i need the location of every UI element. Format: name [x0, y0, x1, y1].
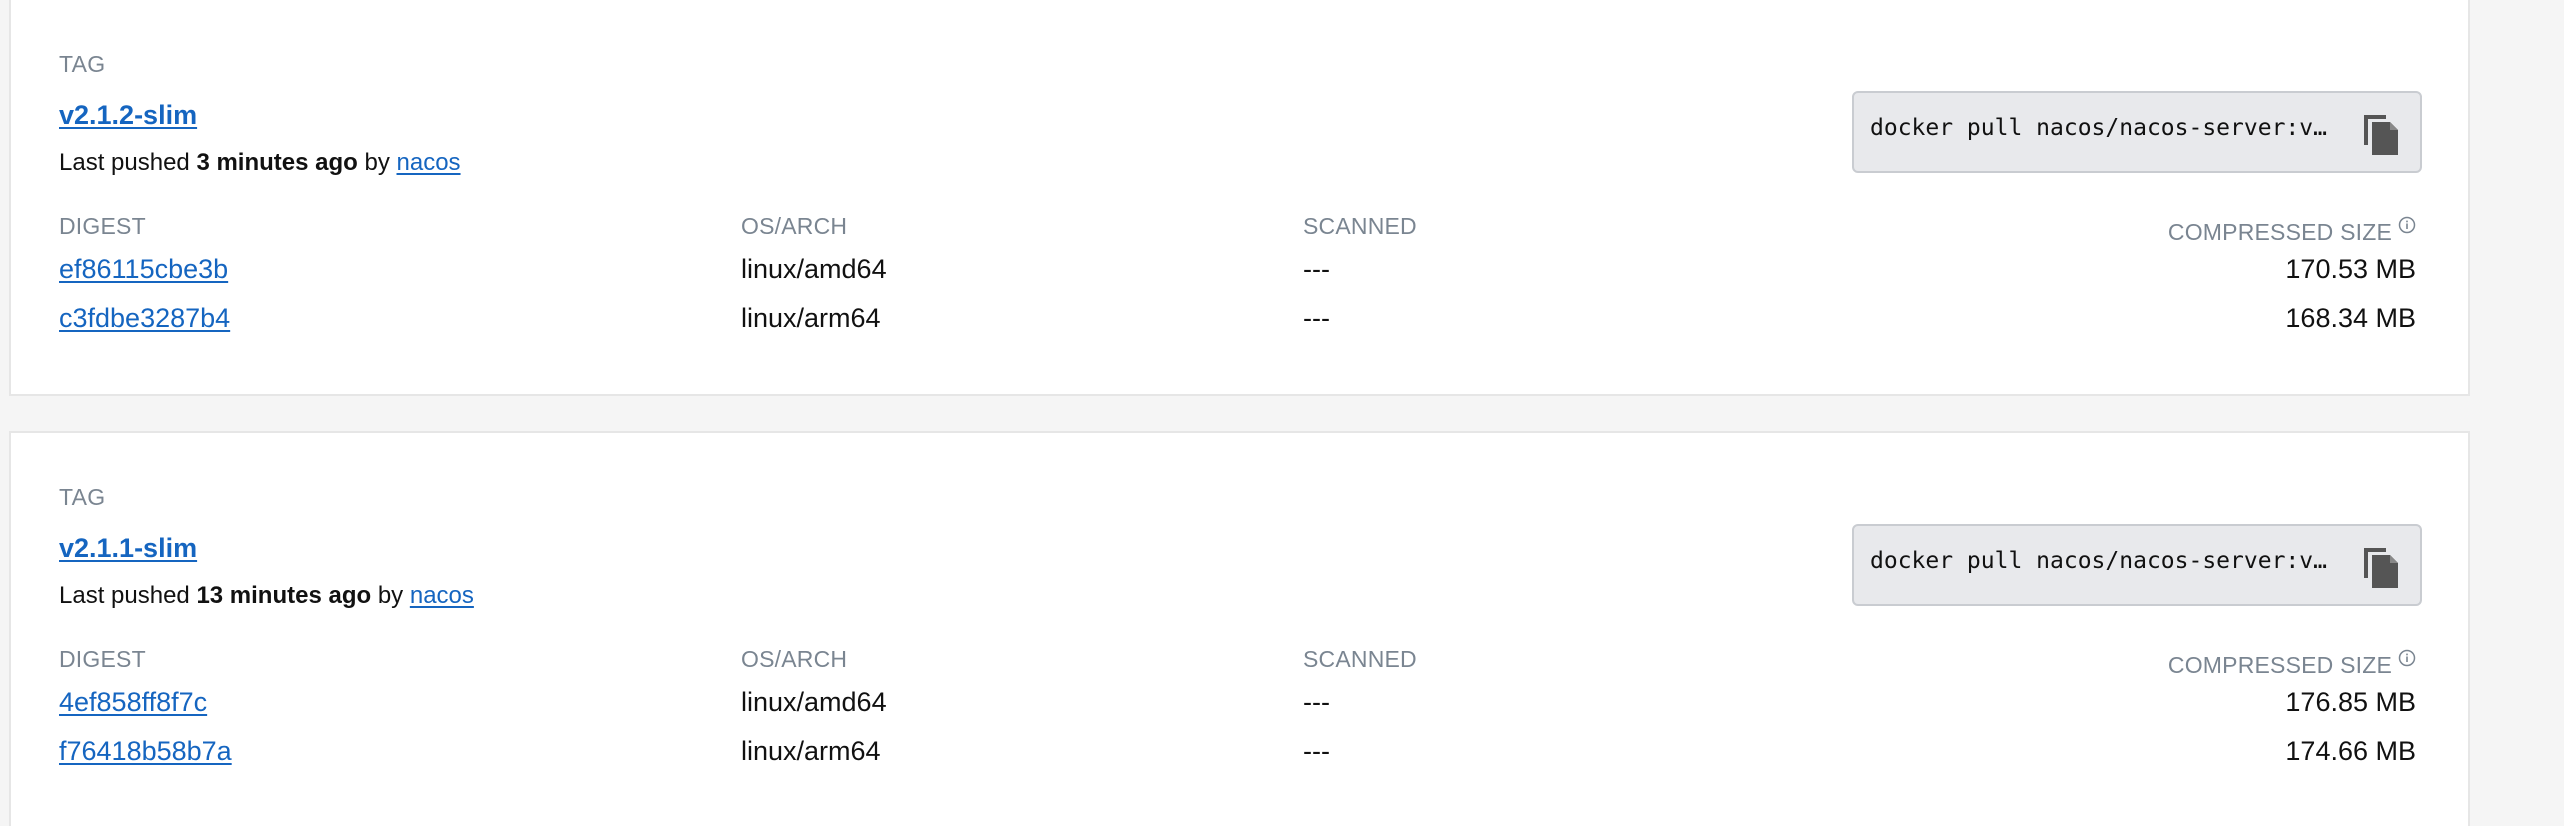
- page: TAG v2.1.2-slim Last pushed 3 minutes ag…: [0, 0, 2564, 826]
- tag-section-label: TAG: [59, 484, 106, 510]
- docker-pull-command[interactable]: docker pull nacos/nacos-server:v…: [1870, 115, 2346, 141]
- compressed-size-value: 168.34 MB: [2285, 303, 2416, 333]
- compressed-size-value: 174.66 MB: [2285, 736, 2416, 766]
- column-header-scanned: SCANNED: [1303, 646, 1417, 672]
- os-arch-value: linux/amd64: [741, 254, 887, 284]
- last-pushed-info: Last pushed 13 minutes ago by nacos: [59, 582, 474, 610]
- page-right-gutter: [2474, 0, 2564, 826]
- column-header-os-arch: OS/ARCH: [741, 646, 848, 672]
- pushed-prefix: Last pushed: [59, 582, 197, 609]
- pushed-by-prefix: by: [371, 582, 410, 609]
- scanned-value: ---: [1303, 254, 1330, 284]
- column-header-digest: DIGEST: [59, 646, 146, 672]
- os-arch-value: linux/arm64: [741, 303, 881, 333]
- copy-icon[interactable]: [2358, 542, 2402, 590]
- column-header-os-arch: OS/ARCH: [741, 213, 848, 239]
- tag-name-link[interactable]: v2.1.2-slim: [59, 100, 197, 131]
- pushed-prefix: Last pushed: [59, 149, 197, 176]
- compressed-size-label: COMPRESSED SIZE: [2167, 219, 2392, 245]
- pushed-by-prefix: by: [357, 149, 397, 176]
- docker-pull-command-box: docker pull nacos/nacos-server:v…: [1852, 524, 2422, 606]
- pushed-time: 13 minutes ago: [196, 582, 372, 609]
- os-arch-value: linux/amd64: [741, 687, 887, 717]
- scanned-value: ---: [1303, 687, 1330, 717]
- tag-section-label: TAG: [59, 51, 106, 77]
- digest-link[interactable]: ef86115cbe3b: [59, 254, 228, 285]
- pushed-time: 3 minutes ago: [196, 149, 358, 176]
- info-icon[interactable]: [2398, 213, 2416, 234]
- info-icon[interactable]: [2398, 646, 2416, 667]
- digest-link[interactable]: c3fdbe3287b4: [59, 303, 230, 334]
- last-pushed-info: Last pushed 3 minutes ago by nacos: [59, 149, 461, 177]
- copy-icon[interactable]: [2358, 109, 2402, 157]
- tag-name-link[interactable]: v2.1.1-slim: [59, 533, 197, 564]
- docker-pull-command[interactable]: docker pull nacos/nacos-server:v…: [1870, 548, 2346, 574]
- column-header-compressed-size: COMPRESSED SIZE: [2168, 646, 2416, 679]
- column-header-compressed-size: COMPRESSED SIZE: [2168, 213, 2416, 246]
- column-header-digest: DIGEST: [59, 213, 146, 239]
- scanned-value: ---: [1303, 736, 1330, 766]
- tag-card: TAG v2.1.1-slim Last pushed 13 minutes a…: [9, 431, 2470, 826]
- pushed-by-user-link[interactable]: nacos: [397, 149, 461, 176]
- digest-link[interactable]: f76418b58b7a: [59, 736, 232, 767]
- os-arch-value: linux/arm64: [741, 736, 881, 766]
- tag-card: TAG v2.1.2-slim Last pushed 3 minutes ag…: [9, 0, 2470, 396]
- pushed-by-user-link[interactable]: nacos: [410, 582, 474, 609]
- scanned-value: ---: [1303, 303, 1330, 333]
- digest-link[interactable]: 4ef858ff8f7c: [59, 687, 207, 718]
- docker-pull-command-box: docker pull nacos/nacos-server:v…: [1852, 91, 2422, 173]
- compressed-size-value: 176.85 MB: [2285, 687, 2416, 717]
- compressed-size-label: COMPRESSED SIZE: [2167, 652, 2392, 678]
- compressed-size-value: 170.53 MB: [2285, 254, 2416, 284]
- column-header-scanned: SCANNED: [1303, 213, 1417, 239]
